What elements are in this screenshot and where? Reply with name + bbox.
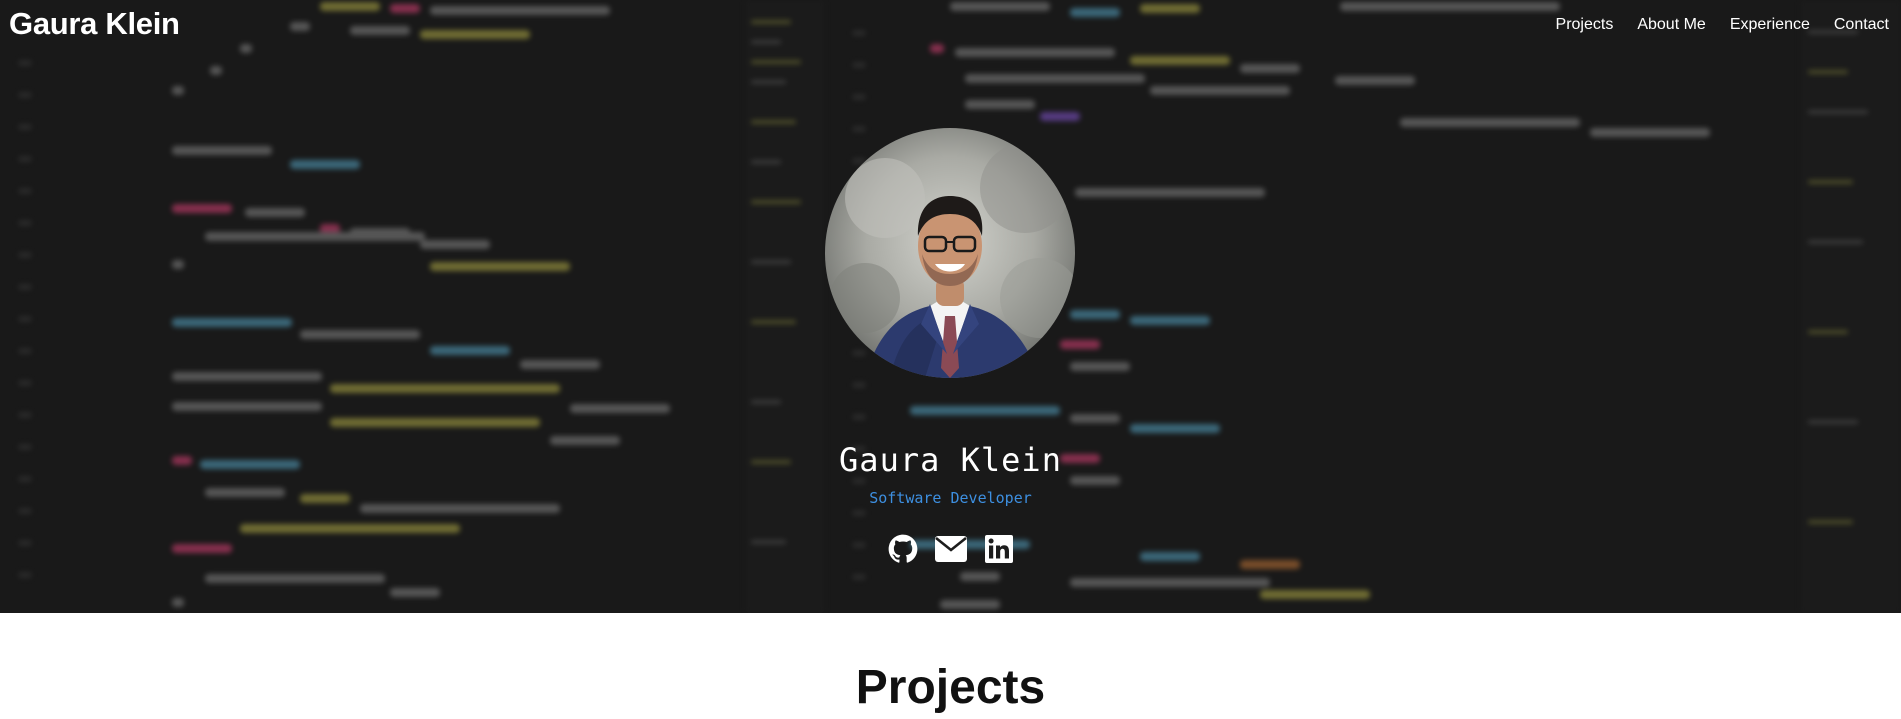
nav-link-about-me[interactable]: About Me bbox=[1637, 16, 1705, 34]
profile-photo bbox=[825, 128, 1075, 378]
linkedin-link[interactable] bbox=[983, 533, 1015, 565]
nav-link-contact[interactable]: Contact bbox=[1834, 16, 1889, 34]
projects-section-title: Projects bbox=[855, 661, 1046, 714]
github-icon bbox=[888, 534, 917, 563]
profile-photo-illustration bbox=[830, 143, 1075, 378]
brand-logo-link[interactable]: Gaura Klein bbox=[9, 6, 180, 42]
hero-role: Software Developer bbox=[869, 489, 1032, 507]
envelope-icon bbox=[934, 536, 967, 562]
social-links bbox=[0, 533, 1901, 565]
nav-link-projects[interactable]: Projects bbox=[1556, 16, 1614, 34]
email-link[interactable] bbox=[934, 533, 967, 565]
hero-section: Gaura Klein Projects About Me Experience… bbox=[0, 0, 1901, 613]
hero-name: Gaura Klein bbox=[839, 441, 1062, 479]
nav-link-experience[interactable]: Experience bbox=[1730, 16, 1810, 34]
main-nav: Projects About Me Experience Contact bbox=[1556, 16, 1889, 34]
linkedin-icon bbox=[984, 535, 1013, 563]
github-link[interactable] bbox=[887, 533, 919, 565]
